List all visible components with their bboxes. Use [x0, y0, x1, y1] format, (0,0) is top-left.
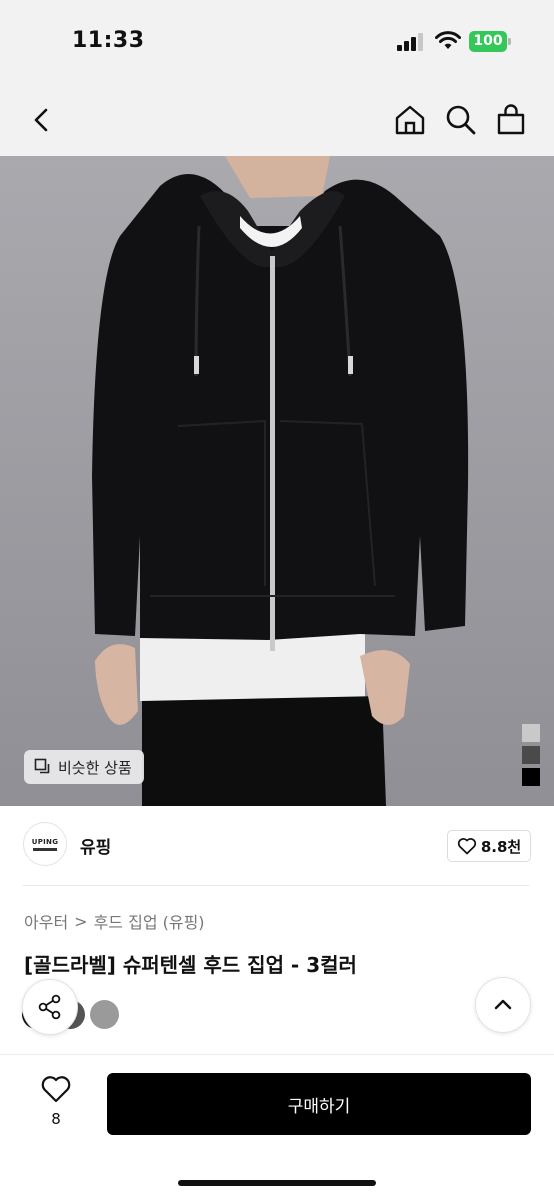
brand-logo-text: UPING	[31, 837, 59, 846]
similar-products-icon	[34, 758, 50, 774]
divider	[23, 885, 529, 886]
breadcrumb: 아우터 > 후드 집업 (유핑)	[24, 909, 205, 933]
brand-logo[interactable]: UPING	[23, 822, 67, 866]
wishlist-count: 8	[51, 1110, 61, 1128]
status-time: 11:33	[72, 28, 145, 53]
search-icon[interactable]	[442, 102, 478, 138]
back-chevron-icon[interactable]	[24, 102, 60, 138]
scroll-to-top-button[interactable]	[475, 977, 531, 1033]
status-bar: 11:33 100	[0, 0, 554, 84]
swatch-charcoal[interactable]	[522, 746, 540, 764]
brand-row: UPING 유핑 8.8천	[0, 806, 554, 886]
battery-tip	[508, 38, 511, 45]
similar-products-button[interactable]: 비슷한 상품	[24, 750, 144, 784]
shopping-bag-icon[interactable]	[493, 102, 529, 138]
brand-logo-bar	[33, 847, 57, 851]
breadcrumb-subcategory[interactable]: 후드 집업 (유핑)	[94, 909, 205, 933]
chevron-up-icon	[494, 999, 512, 1010]
bottom-divider	[0, 1054, 554, 1055]
image-color-swatches	[522, 724, 540, 790]
product-title: [골드라벨] 슈퍼텐셀 후드 집업 - 3컬러	[24, 953, 357, 977]
color-dot-gray[interactable]	[90, 1000, 119, 1029]
share-icon	[38, 994, 61, 1020]
breadcrumb-separator: >	[74, 911, 88, 931]
buy-button[interactable]: 구매하기	[107, 1073, 531, 1135]
product-photo	[0, 156, 554, 806]
brand-like-button[interactable]: 8.8천	[447, 830, 531, 862]
home-indicator	[178, 1180, 376, 1186]
breadcrumb-category[interactable]: 아우터	[24, 909, 68, 933]
signal-icon	[397, 33, 425, 51]
wishlist-button[interactable]: 8	[36, 1074, 76, 1134]
similar-products-label: 비슷한 상품	[58, 758, 132, 777]
nav-bar	[0, 84, 554, 156]
battery-icon: 100	[469, 31, 507, 52]
heart-outline-icon	[457, 838, 476, 855]
wifi-icon	[435, 31, 461, 49]
swatch-black[interactable]	[522, 768, 540, 786]
home-icon[interactable]	[392, 102, 428, 138]
share-button[interactable]	[22, 979, 78, 1035]
brand-name[interactable]: 유핑	[80, 833, 111, 858]
swatch-light-gray[interactable]	[522, 724, 540, 742]
heart-icon	[41, 1076, 71, 1103]
brand-like-count: 8.8천	[480, 837, 522, 856]
product-image[interactable]: 비슷한 상품	[0, 156, 554, 806]
